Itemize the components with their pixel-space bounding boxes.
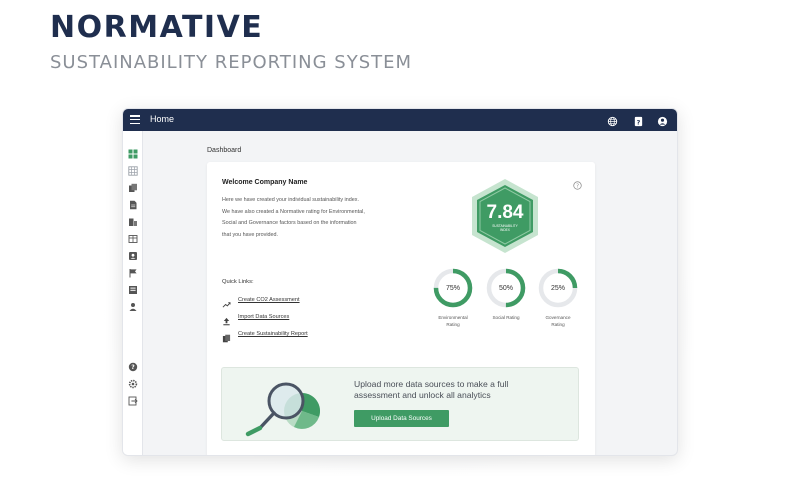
nav-home-link[interactable]: Home <box>150 114 174 124</box>
environmental-rating-value: 75% <box>445 285 460 292</box>
flag-icon[interactable] <box>128 268 138 278</box>
upload-user-icon[interactable] <box>128 302 138 312</box>
index-label-line: INDEX <box>500 228 510 232</box>
banner-line: assessment and unlock all analytics <box>354 390 491 400</box>
rating-label-line: Rating <box>551 322 565 327</box>
banner-line: Upload more data sources to make a full <box>354 379 509 389</box>
sustainability-index-label: SUSTAINABILITY INDEX <box>483 224 527 232</box>
sidebar: ? <box>123 131 143 455</box>
copy-icon[interactable] <box>128 183 138 193</box>
svg-text:?: ? <box>576 183 579 189</box>
brand-subtitle: SUSTAINABILITY REPORTING SYSTEM <box>50 52 413 73</box>
upload-banner-message: Upload more data sources to make a full … <box>354 379 564 401</box>
buildings-icon[interactable] <box>128 217 138 227</box>
help-circle-icon[interactable]: ? <box>573 177 582 190</box>
dashboard-icon[interactable] <box>128 149 138 159</box>
svg-text:?: ? <box>131 364 135 371</box>
gear-icon[interactable] <box>128 379 138 389</box>
social-rating-label: Social Rating <box>480 314 532 321</box>
top-nav-bar: Home ? <box>123 109 677 131</box>
intro-line: Here we have created your individual sus… <box>222 197 359 203</box>
table-icon[interactable] <box>128 234 138 244</box>
grid-icon[interactable] <box>128 166 138 176</box>
magnifier-pie-chart-icon <box>238 373 328 437</box>
upload-banner: Upload more data sources to make a full … <box>221 367 579 441</box>
quick-links-title: Quick Links: <box>222 279 254 285</box>
intro-line: Social and Governance factors based on t… <box>222 220 357 227</box>
intro-line: that you have provided. <box>222 231 279 238</box>
hamburger-menu-icon[interactable] <box>130 115 140 125</box>
document-icon[interactable] <box>128 200 138 210</box>
svg-text:?: ? <box>637 118 641 126</box>
help-icon[interactable]: ? <box>128 362 138 372</box>
welcome-heading: Welcome Company Name <box>222 179 308 186</box>
rating-label-line: Governance <box>545 315 571 320</box>
governance-rating-value: 25% <box>550 285 565 292</box>
upload-data-sources-button[interactable]: Upload Data Sources <box>354 410 449 427</box>
rating-label-line: Rating <box>446 322 460 327</box>
governance-rating-label: Governance Rating <box>532 314 584 328</box>
report-icon[interactable] <box>128 285 138 295</box>
import-data-sources-link[interactable]: Import Data Sources <box>238 314 289 320</box>
rating-label-line: Social Rating <box>492 315 520 320</box>
environmental-rating-label: Environmental Rating <box>427 314 479 328</box>
logout-icon[interactable] <box>128 396 138 406</box>
page-title: Dashboard <box>207 147 242 154</box>
trend-chart-icon <box>222 296 231 308</box>
app-window: Home ? ? Dashboard Welcome Company Name … <box>122 108 678 456</box>
contact-icon[interactable] <box>128 251 138 261</box>
intro-text: Here we have created your individual sus… <box>222 195 407 241</box>
help-book-icon[interactable]: ? <box>633 114 644 126</box>
intro-line: We have also created a Normative rating … <box>222 208 365 215</box>
report-pages-icon <box>222 330 231 343</box>
rating-label-line: Environmental <box>438 315 468 320</box>
create-co2-assessment-link[interactable]: Create CO2 Assessment <box>238 297 300 303</box>
upload-icon <box>222 313 231 326</box>
sustainability-index-value: 7.84 <box>486 202 524 223</box>
brand-title: NORMATIVE <box>50 10 264 45</box>
user-account-icon[interactable] <box>657 114 668 127</box>
create-sustainability-report-link[interactable]: Create Sustainability Report <box>238 331 308 337</box>
globe-icon[interactable] <box>607 114 618 127</box>
social-rating-value: 50% <box>498 285 513 292</box>
dashboard-card: Welcome Company Name Here we have create… <box>207 162 595 455</box>
